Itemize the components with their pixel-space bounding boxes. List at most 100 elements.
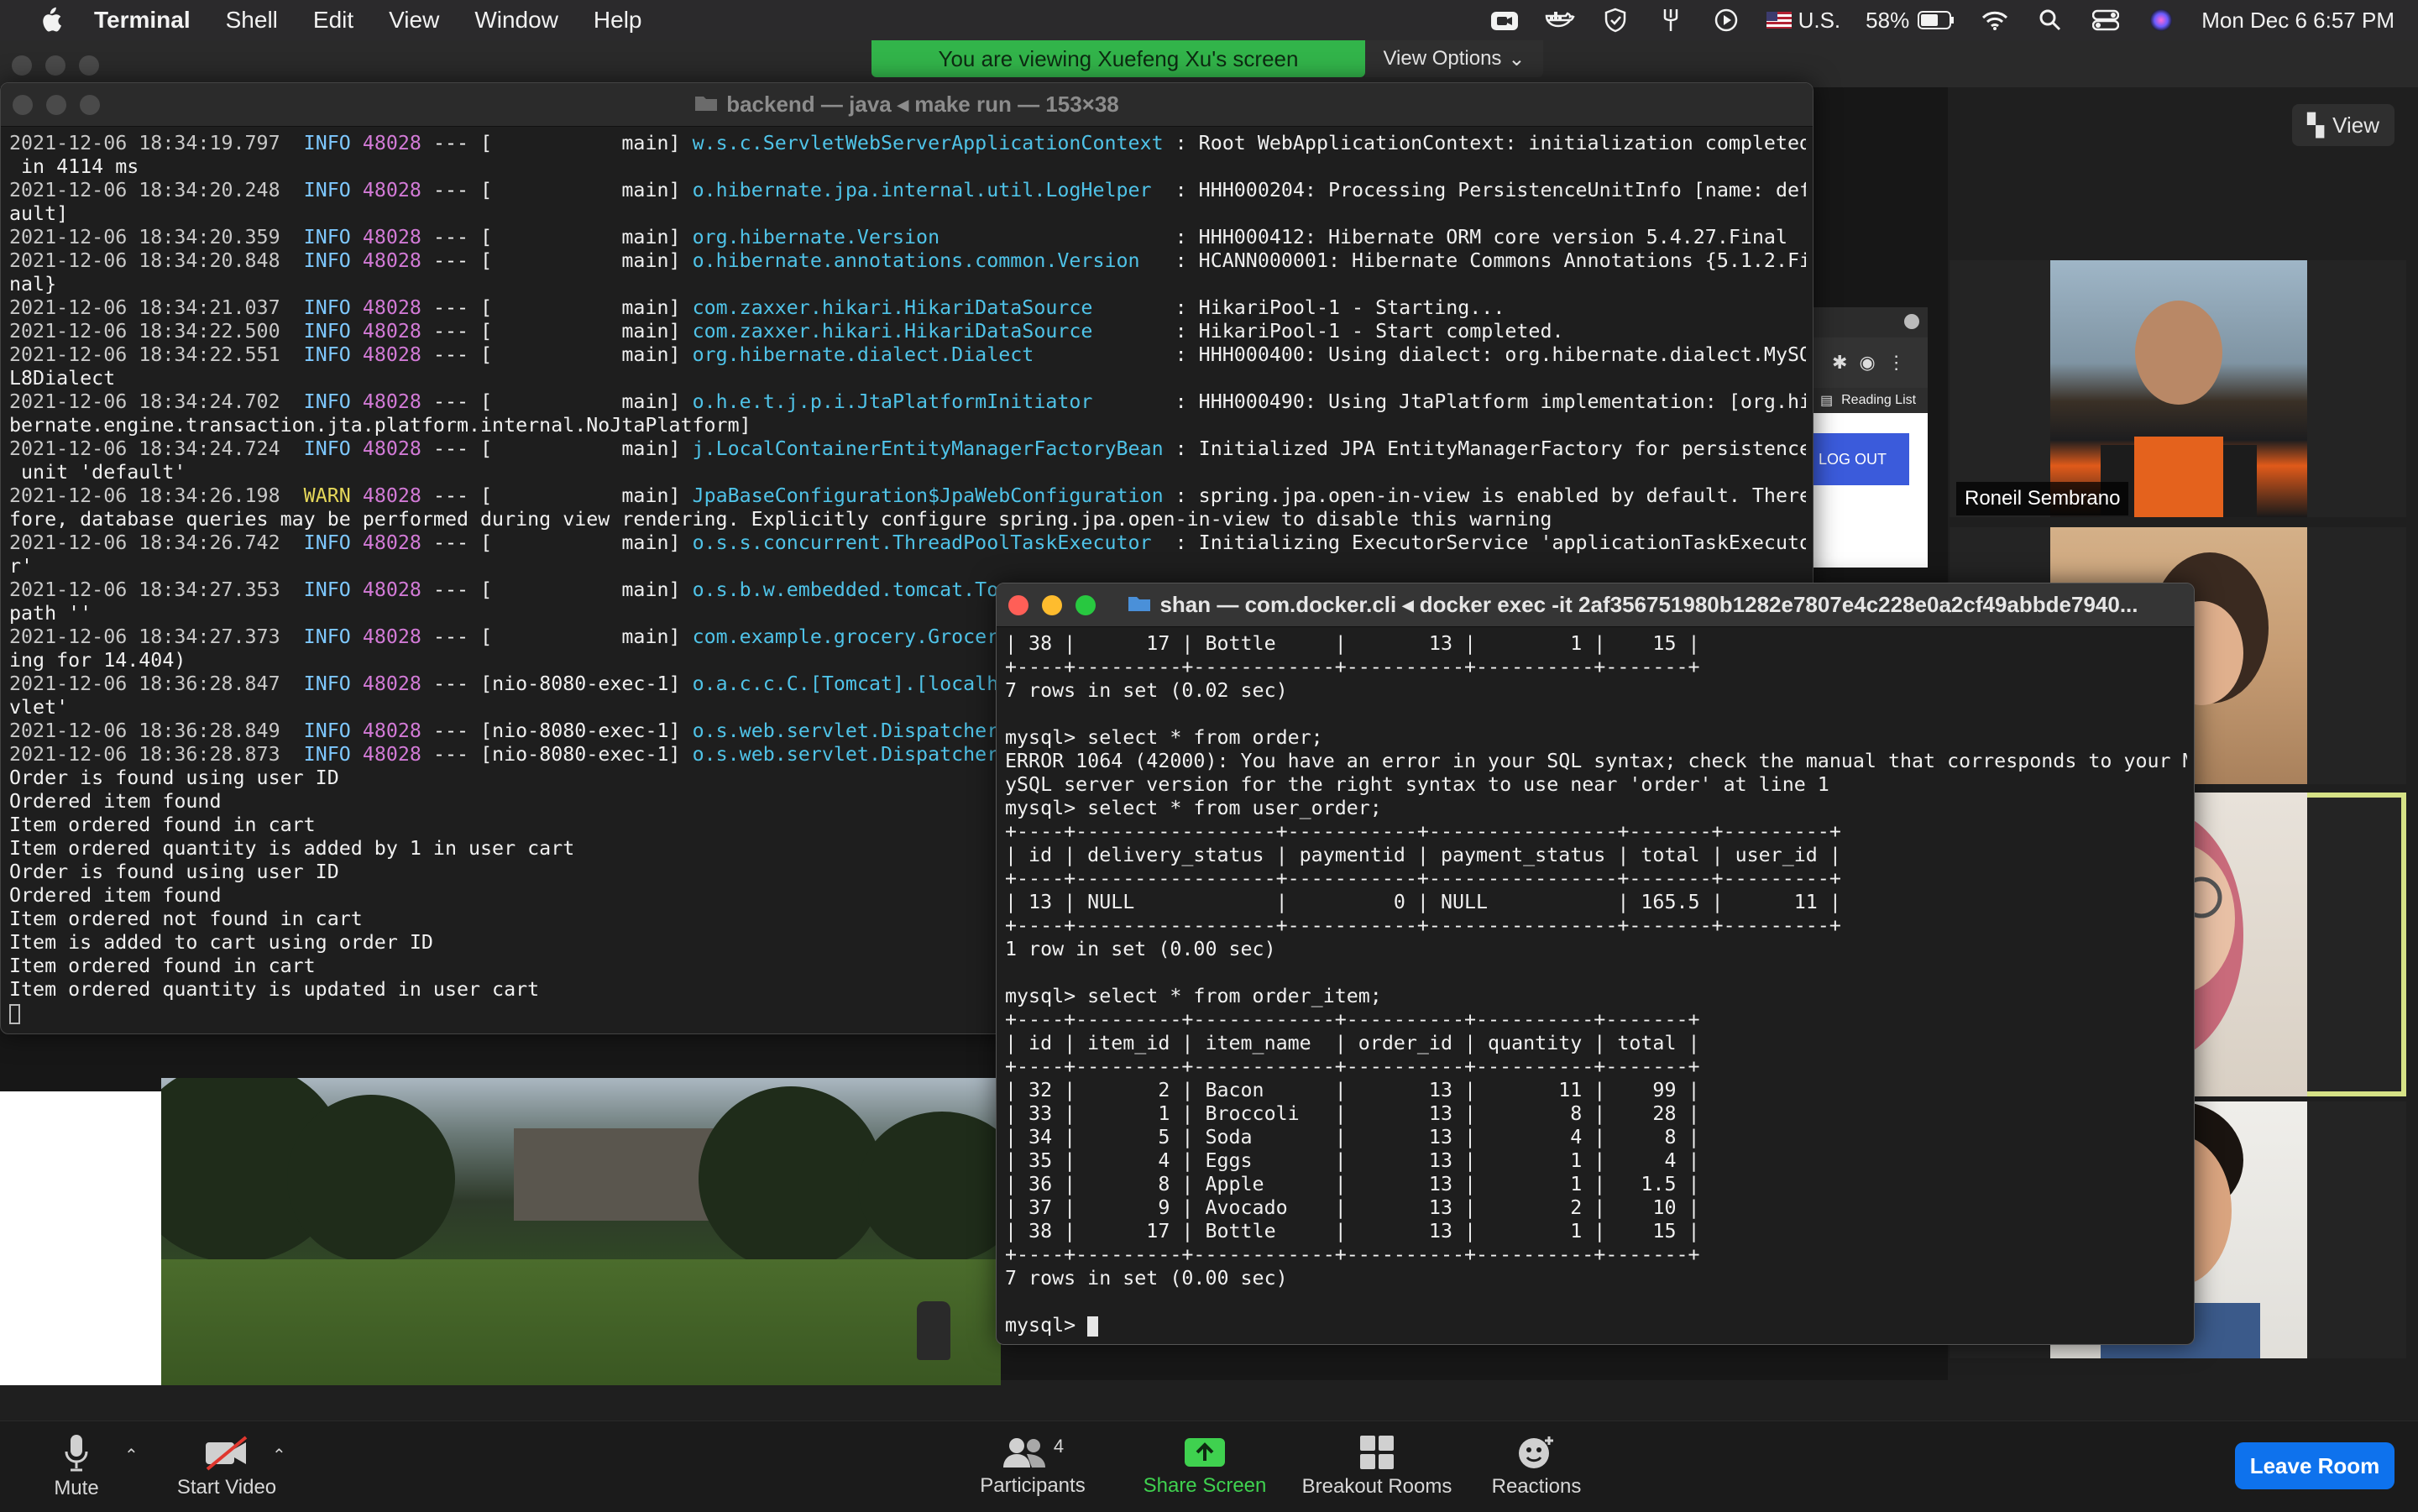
participants-button[interactable]: 4 Participants bbox=[974, 1421, 1091, 1512]
zoom-window-controls[interactable] bbox=[12, 55, 99, 76]
menu-window[interactable]: Window bbox=[474, 7, 558, 34]
terminal-line: 2021-12-06 18:34:22.500 INFO 48028 --- [… bbox=[9, 320, 1564, 343]
control-center-icon[interactable] bbox=[2091, 8, 2121, 33]
chevron-down-icon: ⌄ bbox=[1508, 47, 1526, 71]
window-controls[interactable] bbox=[1008, 595, 1096, 615]
window-controls[interactable] bbox=[13, 95, 100, 115]
terminal-line: bernate.engine.transaction.jta.platform.… bbox=[9, 414, 751, 437]
minimize-dot[interactable] bbox=[45, 55, 65, 76]
chevron-up-icon[interactable]: ⌃ bbox=[124, 1445, 139, 1466]
mute-label: Mute bbox=[54, 1477, 99, 1499]
view-options-button[interactable]: View Options ⌄ bbox=[1365, 40, 1543, 77]
terminal-line: r' bbox=[9, 555, 34, 578]
zoom-button[interactable] bbox=[1076, 595, 1096, 615]
menu-app-name[interactable]: Terminal bbox=[94, 7, 191, 34]
reading-list-icon: ▤ bbox=[1820, 394, 1834, 408]
more-icon: ⋮ bbox=[1887, 352, 1906, 373]
terminal-line: +----+-----------------+-----------+----… bbox=[1005, 820, 1841, 843]
close-dot[interactable] bbox=[13, 95, 33, 115]
share-screen-icon bbox=[1185, 1438, 1225, 1467]
terminal-line: | 37 | 9 | Avocado | 13 | 2 | 10 | bbox=[1005, 1196, 1700, 1219]
shield-icon[interactable] bbox=[1600, 8, 1630, 33]
terminal-line: nal} bbox=[9, 273, 57, 296]
terminal-window-docker[interactable]: shan — com.docker.cli ◂ docker exec -it … bbox=[996, 583, 2195, 1345]
macos-menubar: Terminal Shell Edit View Window Help U.S… bbox=[0, 0, 2418, 40]
microphone-icon bbox=[65, 1435, 88, 1472]
video-off-icon bbox=[206, 1436, 248, 1471]
terminal-line: in 4114 ms bbox=[9, 155, 139, 178]
terminal-line: mysql> bbox=[1005, 1314, 2187, 1337]
close-button[interactable] bbox=[1008, 595, 1028, 615]
terminal-line: 2021-12-06 18:34:20.848 INFO 48028 --- [… bbox=[9, 249, 1806, 272]
menu-edit[interactable]: Edit bbox=[313, 7, 353, 34]
docker-icon[interactable] bbox=[1545, 8, 1575, 33]
terminal-output[interactable]: | 38 | 17 | Bottle | 13 | 1 | 15 | +----+… bbox=[997, 627, 2194, 1337]
menu-help[interactable]: Help bbox=[594, 7, 642, 34]
menubar-clock[interactable]: Mon Dec 6 6:57 PM bbox=[2201, 8, 2394, 34]
zoom-video-icon[interactable] bbox=[1489, 8, 1520, 33]
breakout-rooms-button[interactable]: Breakout Rooms bbox=[1293, 1421, 1461, 1512]
terminal-line: 1 row in set (0.00 sec) bbox=[1005, 938, 1276, 960]
share-screen-label: Share Screen bbox=[1143, 1474, 1267, 1497]
fork-icon[interactable] bbox=[1656, 8, 1686, 33]
terminal-titlebar[interactable]: shan — com.docker.cli ◂ docker exec -it … bbox=[997, 583, 2194, 627]
terminal-line: +----+---------+------------+----------+… bbox=[1005, 656, 1700, 678]
shared-browser-fragment: ✱ ◉ ⋮ ▤ Reading List LOG OUT bbox=[1814, 307, 1928, 568]
minimize-button[interactable] bbox=[1042, 595, 1062, 615]
minimize-dot[interactable] bbox=[46, 95, 66, 115]
grid-view-icon: ▚ bbox=[2307, 112, 2325, 138]
terminal-line: +----+---------+------------+----------+… bbox=[1005, 1243, 1700, 1266]
view-options-label: View Options bbox=[1383, 47, 1502, 70]
terminal-line: +----+---------+------------+----------+… bbox=[1005, 1055, 1700, 1078]
terminal-line: unit 'default' bbox=[9, 461, 186, 484]
terminal-line: | 38 | 17 | Bottle | 13 | 1 | 15 | bbox=[1005, 632, 1700, 655]
screen-share-banner: You are viewing Xuefeng Xu's screen bbox=[871, 40, 1365, 77]
reactions-button[interactable]: Reactions bbox=[1484, 1421, 1588, 1512]
spotlight-search-icon[interactable] bbox=[2035, 8, 2065, 33]
input-source-flag-icon[interactable]: U.S. bbox=[1766, 7, 1841, 33]
close-dot[interactable] bbox=[12, 55, 32, 76]
view-layout-button[interactable]: ▚ View bbox=[2292, 104, 2394, 146]
terminal-line: L8Dialect bbox=[9, 367, 116, 390]
terminal-cursor bbox=[9, 1003, 20, 1024]
siri-icon[interactable] bbox=[2146, 8, 2176, 33]
play-circle-icon[interactable] bbox=[1711, 8, 1741, 33]
leave-room-button[interactable]: Leave Room bbox=[2235, 1442, 2394, 1489]
terminal-line: 7 rows in set (0.02 sec) bbox=[1005, 679, 1288, 702]
battery-status[interactable]: 58% bbox=[1866, 8, 1955, 34]
wifi-icon[interactable] bbox=[1980, 8, 2010, 33]
terminal-line: mysql> select * from user_order; bbox=[1005, 797, 1382, 819]
participant-tile[interactable]: Roneil Sembrano bbox=[1950, 260, 2406, 517]
zoom-dot[interactable] bbox=[80, 95, 100, 115]
battery-percent: 58% bbox=[1866, 7, 1910, 33]
terminal-line: +----+-----------------+-----------+----… bbox=[1005, 914, 1841, 937]
breakout-rooms-label: Breakout Rooms bbox=[1301, 1475, 1452, 1498]
terminal-cursor bbox=[1087, 1316, 1099, 1337]
desktop-wallpaper-photo bbox=[161, 1078, 1001, 1385]
apple-menu-icon[interactable] bbox=[35, 5, 65, 35]
terminal-line: 2021-12-06 18:34:24.724 INFO 48028 --- [… bbox=[9, 437, 1806, 460]
terminal-line: 7 rows in set (0.00 sec) bbox=[1005, 1267, 1288, 1290]
chevron-up-icon[interactable]: ⌃ bbox=[272, 1445, 286, 1466]
terminal-line: fore, database queries may be performed … bbox=[9, 508, 1552, 531]
share-screen-button[interactable]: Share Screen bbox=[1133, 1421, 1276, 1512]
terminal-line: 2021-12-06 18:34:20.359 INFO 48028 --- [… bbox=[9, 226, 1787, 249]
menubar-status-area: U.S. 58% Mon Dec 6 6:57 PM bbox=[1489, 0, 2394, 40]
terminal-titlebar[interactable]: backend — java ◂ make run — 153×38 bbox=[1, 83, 1813, 127]
menu-shell[interactable]: Shell bbox=[226, 7, 278, 34]
mute-button[interactable]: Mute ⌃ bbox=[44, 1421, 139, 1512]
start-video-button[interactable]: Start Video ⌃ bbox=[173, 1421, 286, 1512]
zoom-dot[interactable] bbox=[79, 55, 99, 76]
participants-icon bbox=[1002, 1438, 1045, 1468]
extensions-icon: ✱ bbox=[1832, 352, 1848, 373]
terminal-line: ault] bbox=[9, 202, 69, 225]
menu-view[interactable]: View bbox=[389, 7, 439, 34]
terminal-line: 2021-12-06 18:34:19.797 INFO 48028 --- [… bbox=[9, 132, 1806, 154]
input-source-label: U.S. bbox=[1798, 7, 1841, 33]
terminal-title: backend — java ◂ make run — 153×38 bbox=[726, 92, 1119, 117]
terminal-line: 2021-12-06 18:34:22.551 INFO 48028 --- [… bbox=[9, 343, 1806, 366]
zoom-toolbar: Mute ⌃ Start Video ⌃ 4 Participants Shar… bbox=[0, 1420, 2418, 1511]
